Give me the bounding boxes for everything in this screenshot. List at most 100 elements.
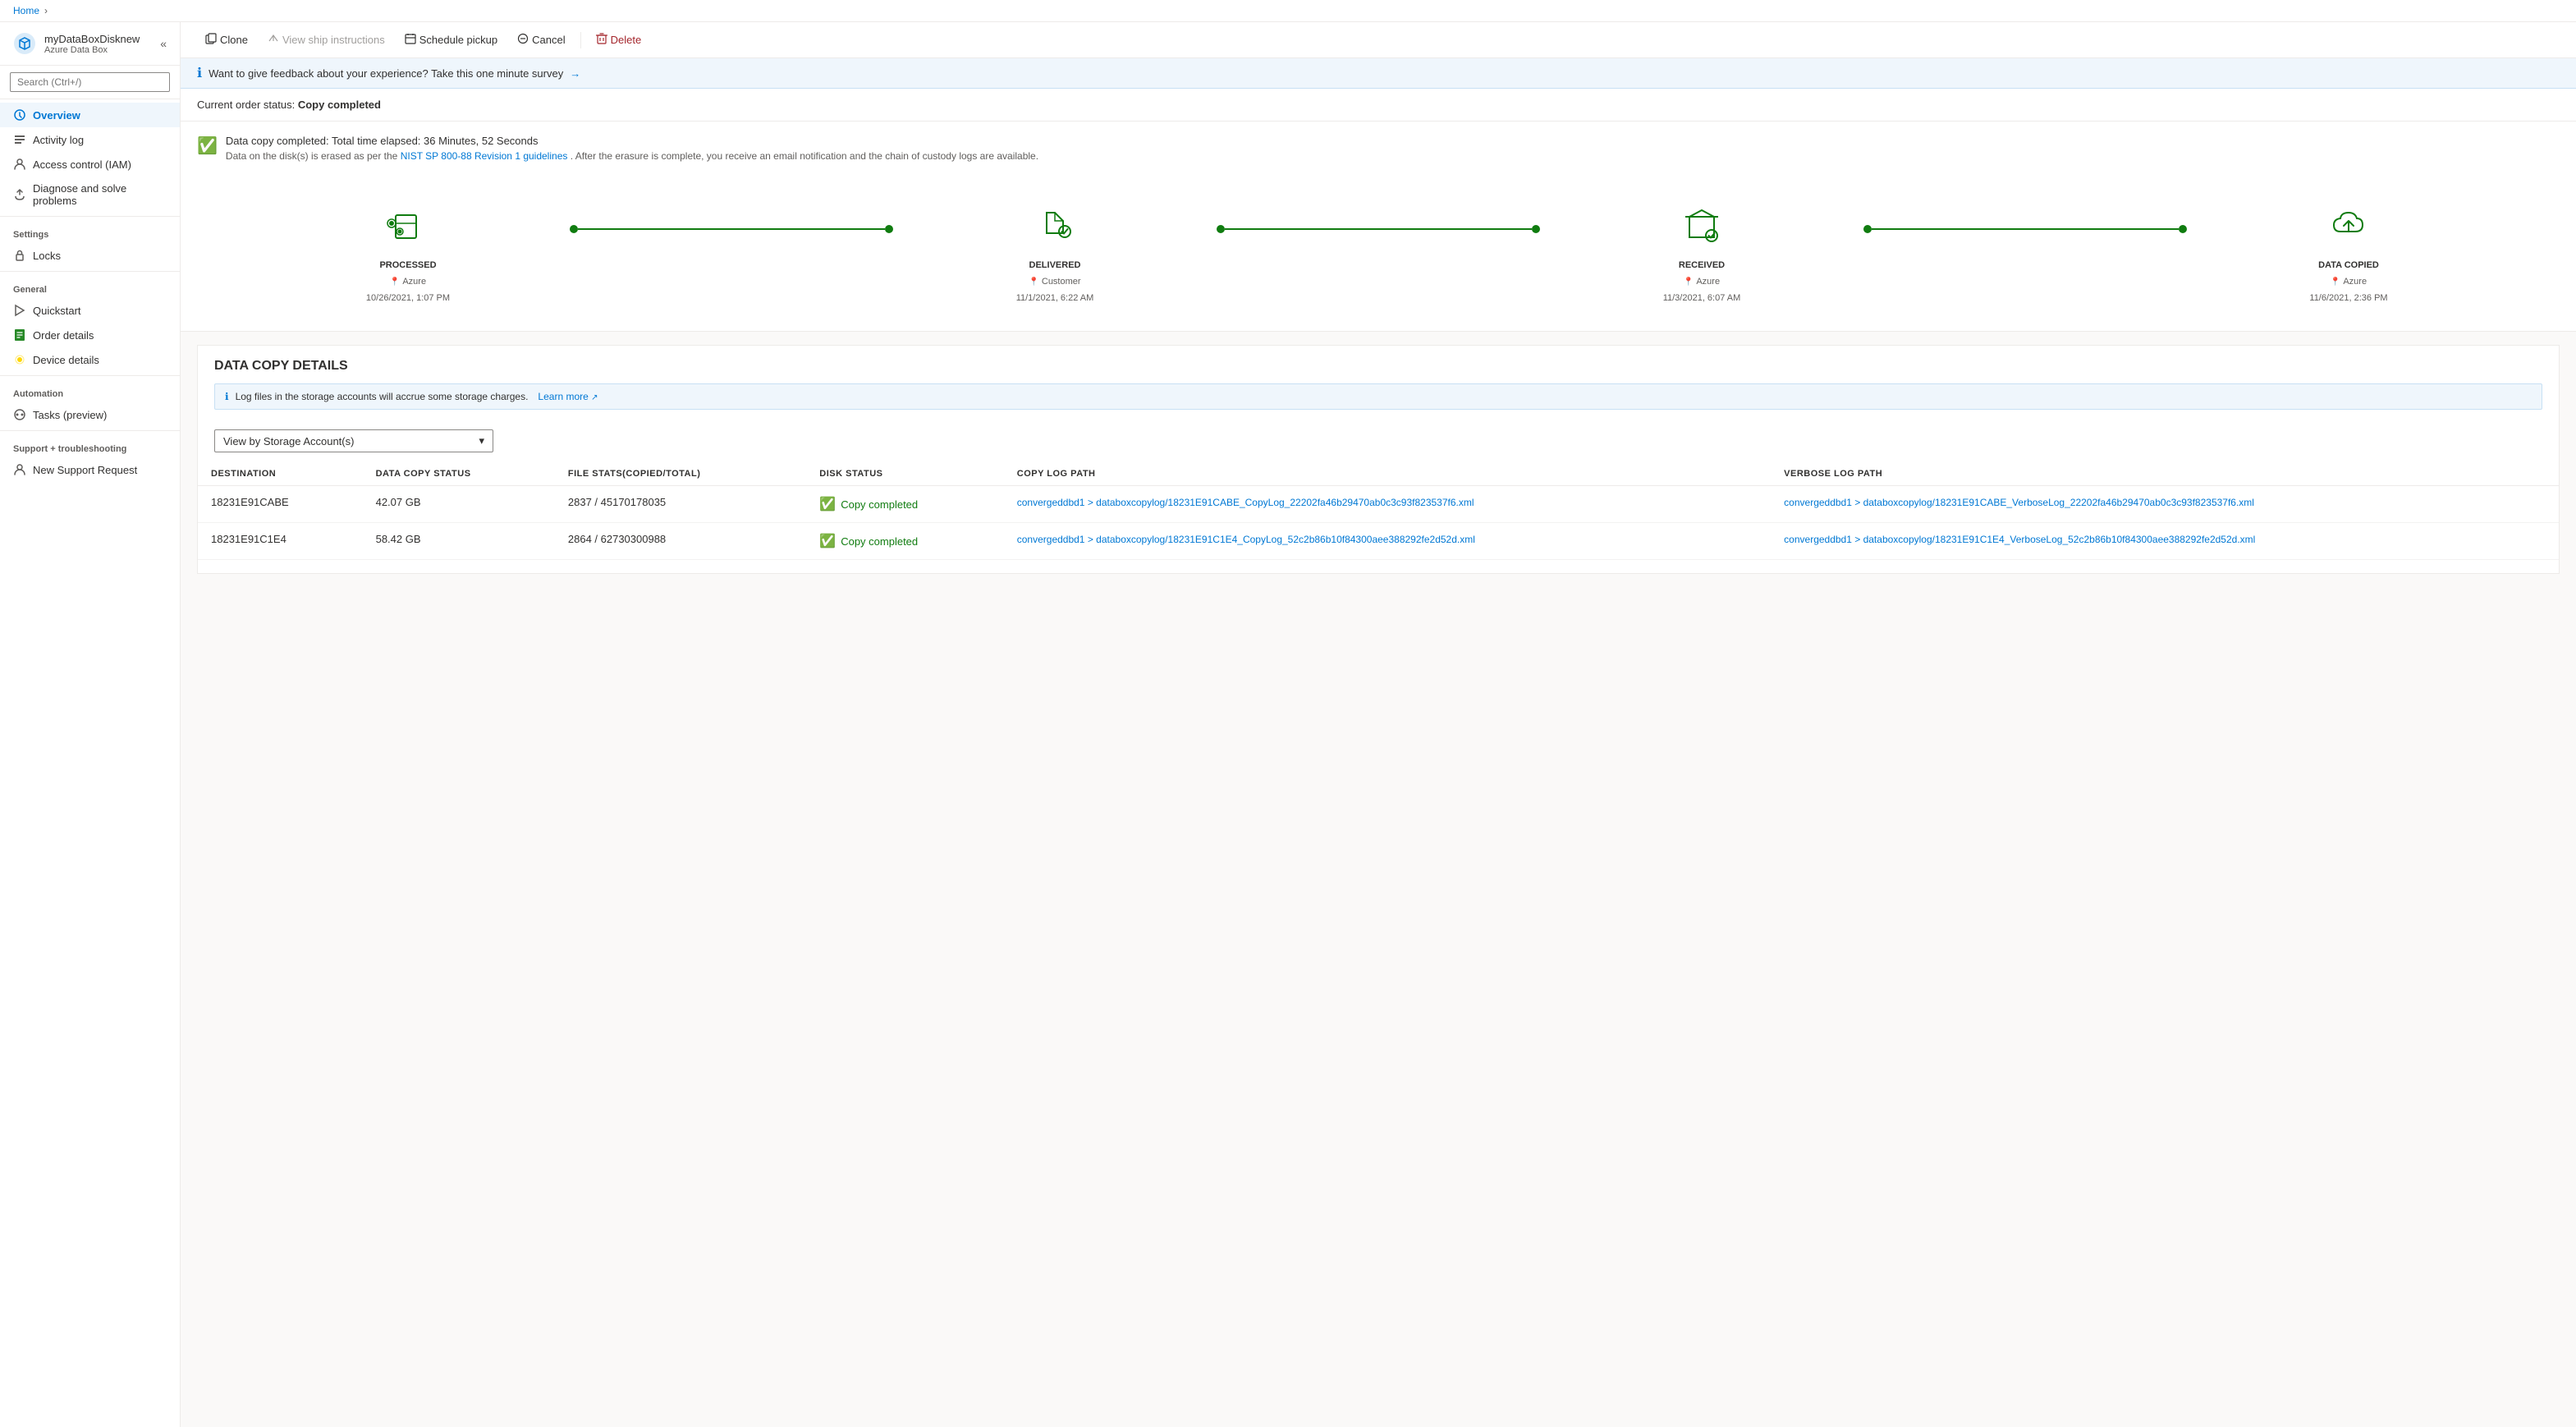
section-settings: Settings xyxy=(0,220,180,243)
app-logo xyxy=(13,32,36,55)
schedule-pickup-label: Schedule pickup xyxy=(419,34,497,46)
view-ship-button[interactable]: View ship instructions xyxy=(259,29,393,51)
data-copy-info-banner: ℹ Log files in the storage accounts will… xyxy=(214,383,2542,410)
toolbar-divider xyxy=(580,32,581,48)
sidebar-item-device-details[interactable]: Device details xyxy=(0,347,180,372)
sidebar-item-new-support[interactable]: New Support Request xyxy=(0,457,180,482)
sidebar-item-quickstart[interactable]: Quickstart xyxy=(0,298,180,323)
access-control-label: Access control (IAM) xyxy=(33,158,131,171)
storage-account-dropdown[interactable]: View by Storage Account(s) ▾ xyxy=(214,429,493,452)
copy-log-link-0[interactable]: convergeddbd1 > databoxcopylog/18231E91C… xyxy=(1017,496,1758,510)
order-status-label: Current order status: xyxy=(197,99,295,111)
activity-log-label: Activity log xyxy=(33,134,84,146)
cell-copylog-1: convergeddbd1 > databoxcopylog/18231E91C… xyxy=(1004,523,1771,560)
feedback-arrow: → xyxy=(570,67,580,80)
data-copied-label: DATA COPIED xyxy=(2318,260,2379,270)
delivered-icon xyxy=(1026,196,1084,254)
info-text: Log files in the storage accounts will a… xyxy=(236,391,529,402)
table-header-row: DESTINATION DATA COPY STATUS FILE STATS(… xyxy=(198,462,2559,486)
erasure-suffix: . After the erasure is complete, you rec… xyxy=(571,150,1038,162)
verbose-log-link-0[interactable]: convergeddbd1 > databoxcopylog/18231E91C… xyxy=(1784,496,2546,510)
received-date: 11/3/2021, 6:07 AM xyxy=(1663,293,1741,303)
feedback-link[interactable]: → xyxy=(570,67,580,80)
cell-copylog-0: convergeddbd1 > databoxcopylog/18231E91C… xyxy=(1004,486,1771,523)
data-copied-pin-icon: 📍 xyxy=(2331,278,2340,287)
tasks-label: Tasks (preview) xyxy=(33,409,107,421)
order-status-bar: Current order status: Copy completed xyxy=(181,89,2576,122)
overview-label: Overview xyxy=(33,109,80,122)
access-control-icon xyxy=(13,158,26,171)
toolbar: Clone View ship instructions Schedule pi… xyxy=(181,22,2576,58)
cancel-button[interactable]: Cancel xyxy=(509,29,573,51)
device-details-label: Device details xyxy=(33,354,99,366)
col-disk-status: DISK STATUS xyxy=(806,462,1003,486)
erasure-text: Data on the disk(s) is erased as per the… xyxy=(226,150,1038,162)
clone-label: Clone xyxy=(220,34,248,46)
chevron-down-icon: ▾ xyxy=(479,434,484,447)
sidebar-item-activity-log[interactable]: Activity log xyxy=(0,127,180,152)
nist-link[interactable]: NIST SP 800-88 Revision 1 guidelines xyxy=(401,150,568,162)
cell-verboselog-0: convergeddbd1 > databoxcopylog/18231E91C… xyxy=(1771,486,2559,523)
sidebar-item-tasks[interactable]: Tasks (preview) xyxy=(0,402,180,427)
cell-filestats-1: 2864 / 62730300988 xyxy=(555,523,806,560)
col-copy-log: COPY LOG PATH xyxy=(1004,462,1771,486)
data-copy-section: DATA COPY DETAILS ℹ Log files in the sto… xyxy=(181,345,2576,603)
sidebar-header: myDataBoxDisknew Azure Data Box « xyxy=(0,22,180,66)
copy-details: Data copy completed: Total time elapsed:… xyxy=(226,135,1038,162)
dropdown-label: View by Storage Account(s) xyxy=(223,435,354,447)
sidebar-item-order-details[interactable]: Order details xyxy=(0,323,180,347)
delete-button[interactable]: Delete xyxy=(588,29,650,51)
disk-status-text-0: Copy completed xyxy=(841,498,918,511)
section-automation: Automation xyxy=(0,379,180,402)
connector-3 xyxy=(1863,225,2187,233)
col-verbose-log: VERBOSE LOG PATH xyxy=(1771,462,2559,486)
learn-more-link[interactable]: Learn more ↗ xyxy=(538,391,598,402)
delete-label: Delete xyxy=(611,34,642,46)
sidebar-collapse-btn[interactable]: « xyxy=(160,37,167,50)
section-general: General xyxy=(0,275,180,298)
breadcrumb-home[interactable]: Home xyxy=(13,5,39,16)
col-data-copy-status: DATA COPY STATUS xyxy=(363,462,555,486)
verbose-log-link-1[interactable]: convergeddbd1 > databoxcopylog/18231E91C… xyxy=(1784,533,2546,547)
sidebar-nav: Overview Activity log Access control (IA… xyxy=(0,99,180,1427)
copy-main-text: Data copy completed: Total time elapsed:… xyxy=(226,135,1038,147)
sidebar-item-diagnose[interactable]: Diagnose and solve problems xyxy=(0,177,180,213)
breadcrumb: Home › xyxy=(0,0,2576,22)
dropdown-row: View by Storage Account(s) ▾ xyxy=(198,420,2559,462)
col-destination: DESTINATION xyxy=(198,462,363,486)
schedule-pickup-icon xyxy=(405,33,416,47)
cancel-label: Cancel xyxy=(532,34,565,46)
main-content: Clone View ship instructions Schedule pi… xyxy=(181,22,2576,1427)
connector-1 xyxy=(570,225,893,233)
view-ship-label: View ship instructions xyxy=(282,34,385,46)
quickstart-icon xyxy=(13,304,26,317)
data-copied-icon xyxy=(2320,196,2377,254)
timeline-step-data-copied: DATA COPIED 📍 Azure 11/6/2021, 2:36 PM xyxy=(2187,196,2510,303)
table-row: 18231E91CABE 42.07 GB 2837 / 45170178035… xyxy=(198,486,2559,523)
sidebar: myDataBoxDisknew Azure Data Box « Overvi… xyxy=(0,22,181,1427)
sidebar-search-container xyxy=(0,66,180,99)
timeline-step-processed: PROCESSED 📍 Azure 10/26/2021, 1:07 PM xyxy=(246,196,570,303)
external-link-icon: ↗ xyxy=(591,393,598,402)
copy-log-link-1[interactable]: convergeddbd1 > databoxcopylog/18231E91C… xyxy=(1017,533,1758,547)
sidebar-subtitle: Azure Data Box xyxy=(44,45,140,55)
clone-button[interactable]: Clone xyxy=(197,29,256,51)
processed-icon xyxy=(379,196,437,254)
processed-label: PROCESSED xyxy=(379,260,436,270)
order-details-label: Order details xyxy=(33,329,94,342)
schedule-pickup-button[interactable]: Schedule pickup xyxy=(396,29,506,51)
disk-status-check-icon-0: ✅ xyxy=(819,496,836,512)
received-pin-icon: 📍 xyxy=(1684,278,1694,287)
locks-label: Locks xyxy=(33,250,61,262)
sidebar-item-access-control[interactable]: Access control (IAM) xyxy=(0,152,180,177)
sidebar-item-locks[interactable]: Locks xyxy=(0,243,180,268)
new-support-label: New Support Request xyxy=(33,464,137,476)
processed-pin-icon: 📍 xyxy=(390,278,400,287)
tasks-icon xyxy=(13,408,26,421)
sidebar-item-overview[interactable]: Overview xyxy=(0,103,180,127)
received-icon xyxy=(1673,196,1730,254)
cell-filestats-0: 2837 / 45170178035 xyxy=(555,486,806,523)
search-input[interactable] xyxy=(10,72,170,92)
cell-destination-0: 18231E91CABE xyxy=(198,486,363,523)
order-status-value: Copy completed xyxy=(298,99,381,111)
